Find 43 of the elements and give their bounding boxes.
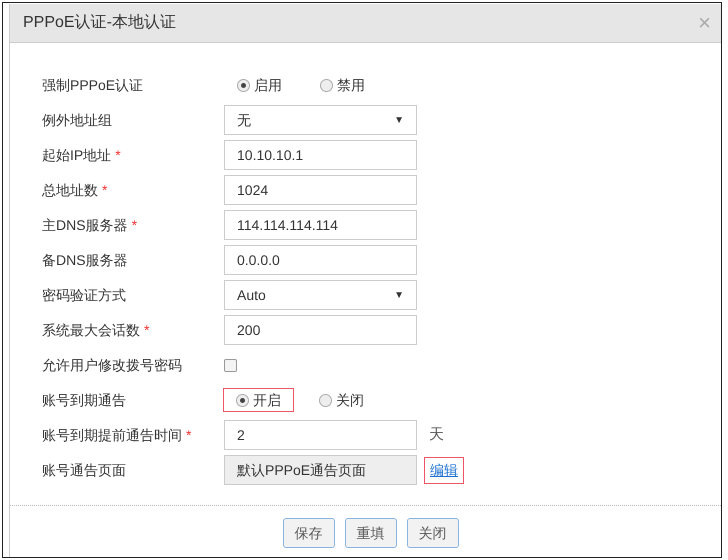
radio-button[interactable] — [237, 78, 250, 92]
radio-option[interactable]: 启用 — [224, 73, 295, 97]
input-field[interactable]: 10.10.10.1 — [224, 140, 417, 170]
radio-option[interactable]: 开启 — [223, 388, 294, 412]
field-label: 强制PPPoE认证 — [42, 76, 144, 94]
radio-button[interactable] — [320, 78, 333, 92]
field-label: 账号通告页面 — [42, 460, 126, 480]
input-field[interactable]: 200 — [224, 315, 417, 345]
field-label: 账号到期通告 — [42, 390, 126, 410]
input-field[interactable]: 0.0.0.0 — [224, 245, 417, 275]
field-label: 允许用户修改拨号密码 — [42, 356, 182, 374]
radio-button[interactable] — [236, 394, 249, 406]
caret-icon: ▼ — [394, 288, 404, 302]
dropdown-select[interactable]: 无 ▼ — [224, 105, 417, 135]
field-label: 系统最大会话数 — [42, 320, 140, 340]
required-asterisk: * — [132, 216, 138, 234]
edit-link[interactable]: 编辑 — [424, 456, 464, 484]
required-asterisk: * — [115, 146, 121, 164]
checkbox[interactable] — [224, 358, 237, 372]
radio-button[interactable] — [319, 394, 332, 406]
input-field[interactable]: 114.114.114.114 — [224, 210, 417, 240]
dialog-button[interactable]: 关闭 — [406, 518, 458, 548]
required-asterisk: * — [102, 180, 108, 200]
field-label: 备DNS服务器 — [42, 250, 128, 270]
radio-option[interactable]: 关闭 — [306, 388, 377, 412]
field-label: 主DNS服务器 — [42, 216, 128, 234]
dropdown-select[interactable]: Auto ▼ — [224, 280, 417, 310]
field-label: 密码验证方式 — [42, 286, 126, 304]
required-asterisk: * — [186, 426, 192, 444]
readonly-field: 默认PPPoE通告页面 — [224, 455, 417, 485]
radio-option[interactable]: 禁用 — [307, 73, 378, 97]
window-title: PPPoE认证-本地认证 — [23, 12, 176, 33]
field-label: 账号到期提前通告时间 — [42, 426, 182, 444]
dialog-button[interactable]: 重填 — [344, 518, 396, 548]
input-field[interactable]: 1024 — [224, 175, 417, 205]
input-field[interactable]: 2 — [224, 420, 417, 450]
required-asterisk: * — [144, 320, 150, 340]
caret-icon: ▼ — [394, 112, 404, 128]
field-label: 例外地址组 — [42, 110, 112, 130]
unit-label: 天 — [429, 424, 444, 445]
field-label: 总地址数 — [42, 180, 98, 200]
dialog-button[interactable]: 保存 — [282, 518, 334, 548]
field-label: 起始IP地址 — [42, 146, 112, 164]
